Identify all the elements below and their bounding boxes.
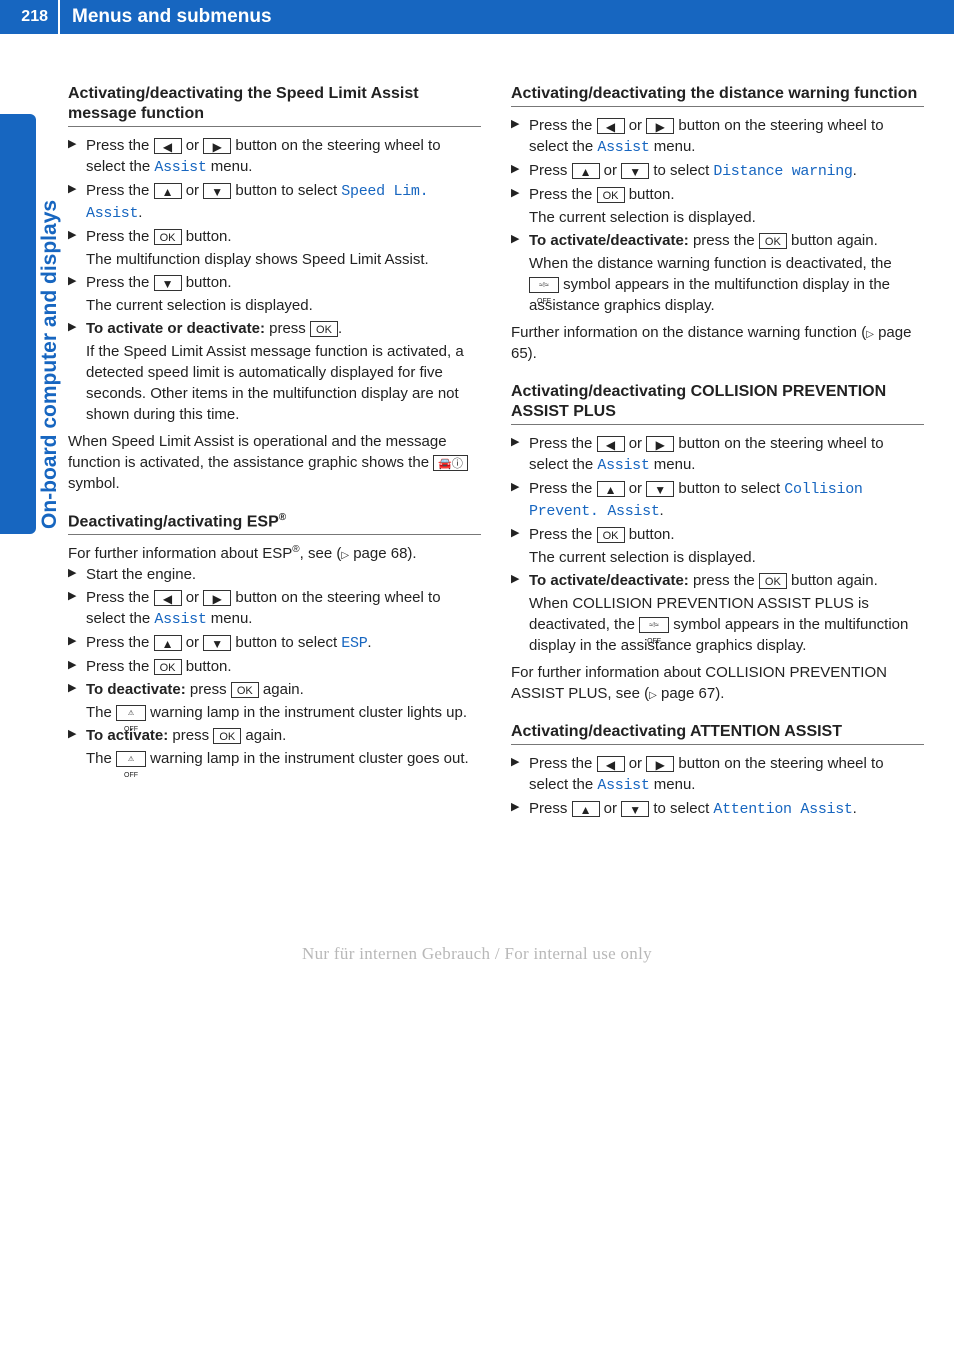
left-arrow-button: ◀ (597, 756, 625, 772)
footer-watermark: Nur für internen Gebrauch / For internal… (0, 942, 954, 986)
heading-esp: Deactivating/activating ESP® (68, 512, 481, 535)
ok-button: OK (759, 573, 787, 589)
left-arrow-button: ◀ (154, 590, 182, 606)
left-arrow-button: ◀ (597, 118, 625, 134)
step: Press the ◀ or ▶ button on the steering … (68, 587, 481, 630)
down-arrow-button: ▼ (203, 183, 231, 199)
down-arrow-button: ▼ (154, 275, 182, 291)
result-text: The multifunction display shows Speed Li… (68, 249, 481, 270)
down-arrow-button: ▼ (621, 163, 649, 179)
result-text: When COLLISION PREVENTION ASSIST PLUS is… (511, 593, 924, 656)
step: Press the ▼ button. (68, 272, 481, 293)
heading-distance-warning: Activating/deactivating the distance war… (511, 84, 924, 107)
paragraph: For further information about ESP®, see … (68, 543, 481, 564)
paragraph: For further information about COLLISION … (511, 662, 924, 704)
ok-button: OK (759, 233, 787, 249)
result-text: The ⚠OFF warning lamp in the instrument … (68, 702, 481, 723)
heading-speed-limit: Activating/deactivating the Speed Limit … (68, 84, 481, 127)
page-ref-icon: ▷ (341, 550, 349, 561)
header-bar: 218 Menus and submenus (0, 0, 954, 34)
page-number: 218 (0, 0, 58, 34)
step: Press the ◀ or ▶ button on the steering … (511, 433, 924, 476)
menu-assist: Assist (597, 457, 649, 474)
step: Press the OK button. (511, 184, 924, 205)
menu-assist: Assist (154, 611, 206, 628)
distance-off-icon: ≈!≈OFF (639, 617, 669, 633)
down-arrow-button: ▼ (203, 635, 231, 651)
result-text: The ⚠OFF warning lamp in the instrument … (68, 748, 481, 769)
step: Press ▲ or ▼ to select Attention Assist. (511, 798, 924, 820)
up-arrow-button: ▲ (154, 635, 182, 651)
right-arrow-button: ▶ (203, 590, 231, 606)
down-arrow-button: ▼ (646, 481, 674, 497)
left-arrow-button: ◀ (154, 138, 182, 154)
left-column: Activating/deactivating the Speed Limit … (68, 84, 481, 822)
distance-off-icon: ≈!≈OFF (529, 277, 559, 293)
up-arrow-button: ▲ (154, 183, 182, 199)
up-arrow-button: ▲ (597, 481, 625, 497)
result-text: When the distance warning function is de… (511, 253, 924, 316)
heading-attention-assist: Activating/deactivating ATTENTION ASSIST (511, 722, 924, 745)
step: Press the ◀ or ▶ button on the steering … (68, 135, 481, 178)
ok-button: OK (597, 187, 625, 203)
right-arrow-button: ▶ (646, 436, 674, 452)
step: Press the ▲ or ▼ button to select Collis… (511, 478, 924, 522)
step: Start the engine. (68, 564, 481, 585)
heading-collision-prevention: Activating/deactivating COLLISION PREVEN… (511, 382, 924, 425)
result-text: The current selection is displayed. (511, 547, 924, 568)
ok-button: OK (597, 527, 625, 543)
ok-button: OK (154, 659, 182, 675)
step: Press the OK button. (511, 524, 924, 545)
step: To activate or deactivate: press OK. (68, 318, 481, 339)
page-title: Menus and submenus (60, 0, 954, 34)
ok-button: OK (213, 728, 241, 744)
car-sign-icon: 🚘ⓘ (433, 455, 468, 471)
down-arrow-button: ▼ (621, 801, 649, 817)
step: Press the ▲ or ▼ button to select Speed … (68, 180, 481, 224)
esp-off-icon: ⚠OFF (116, 751, 146, 767)
page-ref-icon: ▷ (649, 690, 657, 701)
menu-assist: Assist (597, 139, 649, 156)
step: Press ▲ or ▼ to select Distance warning. (511, 160, 924, 182)
ok-button: OK (310, 321, 338, 337)
step: To activate: press OK again. (68, 725, 481, 746)
step: Press the ◀ or ▶ button on the steering … (511, 753, 924, 796)
menu-assist: Assist (154, 159, 206, 176)
side-tab-label: On-board computer and displays (35, 200, 64, 529)
ok-button: OK (154, 229, 182, 245)
result-text: The current selection is displayed. (68, 295, 481, 316)
paragraph: Further information on the distance warn… (511, 322, 924, 364)
step: Press the OK button. (68, 226, 481, 247)
menu-distance-warning: Distance warning (713, 163, 852, 180)
up-arrow-button: ▲ (572, 163, 600, 179)
step: Press the ◀ or ▶ button on the steering … (511, 115, 924, 158)
esp-off-icon: ⚠OFF (116, 705, 146, 721)
step: To deactivate: press OK again. (68, 679, 481, 700)
result-text: The current selection is displayed. (511, 207, 924, 228)
menu-esp: ESP (341, 635, 367, 652)
page-ref-icon: ▷ (866, 329, 874, 340)
step: Press the ▲ or ▼ button to select ESP. (68, 632, 481, 654)
result-text: If the Speed Limit Assist message functi… (68, 341, 481, 425)
menu-assist: Assist (597, 777, 649, 794)
step: Press the OK button. (68, 656, 481, 677)
menu-attention: Attention Assist (713, 801, 852, 818)
step: To activate/deactivate: press the OK but… (511, 230, 924, 251)
up-arrow-button: ▲ (572, 801, 600, 817)
left-arrow-button: ◀ (597, 436, 625, 452)
paragraph: When Speed Limit Assist is operational a… (68, 431, 481, 494)
side-tab (0, 114, 36, 534)
right-arrow-button: ▶ (646, 756, 674, 772)
right-arrow-button: ▶ (203, 138, 231, 154)
content: Activating/deactivating the Speed Limit … (0, 34, 954, 842)
right-column: Activating/deactivating the distance war… (511, 84, 924, 822)
right-arrow-button: ▶ (646, 118, 674, 134)
step: To activate/deactivate: press the OK but… (511, 570, 924, 591)
ok-button: OK (231, 682, 259, 698)
